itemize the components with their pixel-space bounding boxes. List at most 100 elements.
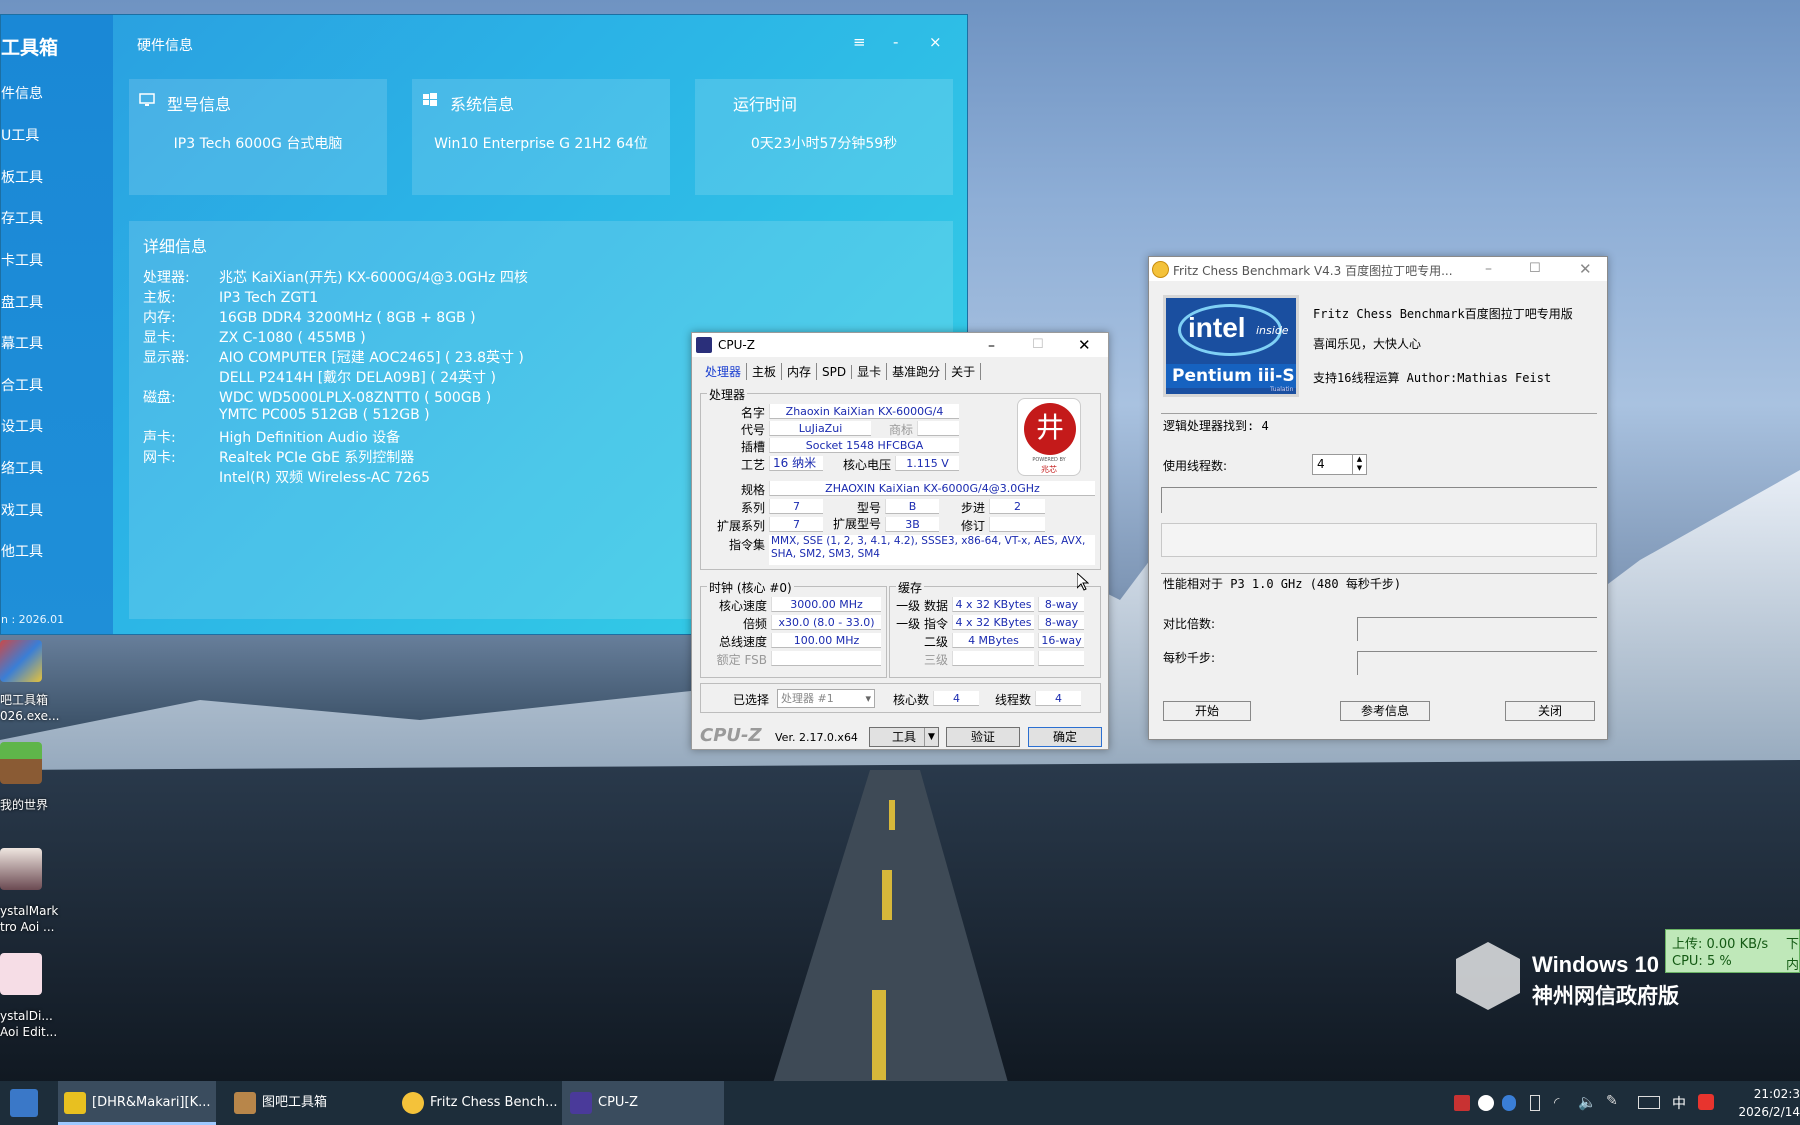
desktop-icon-minecraft[interactable]: 我的世界 [0,797,48,813]
maximize-button[interactable]: ☐ [1529,261,1541,276]
l2-label: 二级 [923,635,948,649]
detail-value: YMTC PC005 512GB ( 512GB ) [219,407,430,423]
stepping-label: 步进 [960,501,985,515]
sidebar-item-combined[interactable]: 合工具 [1,375,43,395]
sidebar-item-gpu[interactable]: 卡工具 [1,250,43,270]
minecraft-icon[interactable] [0,742,42,784]
crystaldisk-icon[interactable] [0,953,42,995]
validate-button[interactable]: 验证 [946,727,1020,747]
threads-spinner[interactable]: 4 ▲ ▼ [1312,454,1367,475]
family-label: 系列 [740,501,765,515]
minimize-button[interactable]: - [893,33,898,51]
memory-label: 内 [1786,958,1800,973]
detail-row: 显卡: ZX C-1080 ( 455MB ) [143,327,366,347]
ime-indicator[interactable]: 中 [1672,1093,1686,1113]
sidebar-item-game[interactable]: 戏工具 [1,500,43,520]
tray-app-icon[interactable] [1478,1095,1494,1111]
sidebar-item-board[interactable]: 板工具 [1,167,43,187]
kns-label: 每秒千步: [1163,651,1216,665]
tools-button[interactable]: 工具 ▼ [869,727,939,747]
voltage-value: 1.115 V [895,456,959,471]
tab-about[interactable]: 关于 [946,363,982,380]
detail-key: 网卡: [143,450,176,466]
tab-memory[interactable]: 内存 [782,363,818,380]
sidebar-item-cpu[interactable]: U工具 [1,125,39,145]
kns-value [1357,651,1597,675]
tray-av-icon[interactable] [1454,1095,1470,1111]
sidebar-item-screen[interactable]: 幕工具 [1,333,43,353]
clock-time[interactable]: 21:02:3 [1746,1087,1800,1101]
bluetooth-icon[interactable] [1502,1095,1516,1111]
clock-date[interactable]: 2026/2/14 [1730,1105,1800,1119]
detail-value: 16GB DDR4 3200MHz ( 8GB + 8GB ) [219,310,476,326]
minimize-button[interactable]: – [988,338,995,354]
detail-row: 网卡: Realtek PCIe GbE 系列控制器 [143,447,414,467]
crystalmark-icon[interactable] [0,848,42,890]
toolbox-header: 硬件信息 ≡ - × [113,15,967,73]
card-value: IP3 Tech 6000G 台式电脑 [173,136,343,152]
detail-key: 磁盘: [143,390,176,406]
taskbar-item-label: CPU-Z [598,1095,639,1110]
usb-icon[interactable] [1530,1095,1540,1111]
desktop-icon-crystaldisk[interactable]: ystalDi... Aoi Edit... [0,1008,57,1040]
close-button[interactable]: ✕ [1579,260,1592,278]
chevron-down-icon[interactable]: ▼ [924,728,938,746]
start-button[interactable]: 开始 [1163,701,1251,721]
cpuz-tabs: 处理器 主板 内存 SPD 显卡 基准跑分 关于 [700,363,982,380]
taskbar-item-fritz[interactable]: Fritz Chess Bench... [398,1081,558,1125]
inside-text: inside [1256,324,1289,337]
sidebar-item-memory[interactable]: 存工具 [1,208,43,228]
sidebar-item-disk[interactable]: 盘工具 [1,292,43,312]
tab-spd[interactable]: SPD [817,365,853,379]
maximize-button[interactable]: ☐ [1032,337,1044,352]
taskbar-item-label: Fritz Chess Bench... [430,1095,558,1110]
group-label: 时钟 (核心 #0) [707,579,794,596]
keyboard-icon[interactable] [1638,1096,1660,1109]
spinner-up-icon[interactable]: ▲ [1352,455,1366,464]
taskbar-item-toolbox[interactable]: 图吧工具箱 [230,1081,380,1125]
tab-graphics[interactable]: 显卡 [852,363,888,380]
wifi-icon[interactable]: ◜ [1554,1095,1559,1111]
bus-speed-label: 总线速度 [718,635,767,649]
desktop-icon-toolbox[interactable]: 吧工具箱 026.exe... [0,692,59,724]
tab-bench[interactable]: 基准跑分 [887,363,947,380]
detail-value: ZX C-1080 ( 455MB ) [219,330,366,346]
ok-button[interactable]: 确定 [1028,727,1102,747]
detail-row: DELL P2414H [戴尔 DELA09B] ( 24英寸 ) [143,367,496,387]
reference-info-button[interactable]: 参考信息 [1340,701,1430,721]
detail-key: 主板: [143,290,176,306]
tab-processor[interactable]: 处理器 [700,363,748,380]
system-info-card: 系统信息 Win10 Enterprise G 21H2 64位 [412,79,670,195]
model-label: 型号 [856,501,881,515]
sidebar-item-hardware[interactable]: 件信息 [1,83,43,103]
menu-button[interactable]: ≡ [853,33,866,51]
taskbar-item-cpuz[interactable]: CPU-Z [562,1081,724,1125]
close-button[interactable]: ✕ [1078,336,1091,354]
cpuz-titlebar[interactable]: CPU-Z – ☐ ✕ [692,333,1108,357]
desktop-icon-crystalmark[interactable]: ystalMark tro Aoi ... [0,903,58,935]
fritz-titlebar[interactable]: Fritz Chess Benchmark V4.3 百度图拉丁吧专用... –… [1149,257,1607,281]
logo-brand-text: 兆芯 [1041,465,1057,474]
toolbox-exe-icon[interactable] [0,640,42,682]
pen-icon[interactable]: ✎ [1606,1093,1618,1109]
close-button[interactable]: × [929,33,942,51]
threads-spinner-value: 4 [1317,457,1325,471]
sidebar-item-network[interactable]: 络工具 [1,458,43,478]
sogou-icon[interactable] [1698,1094,1714,1110]
close-dialog-button[interactable]: 关闭 [1505,701,1595,721]
tab-mainboard[interactable]: 主板 [747,363,783,380]
sidebar-item-device[interactable]: 设工具 [1,416,43,436]
processor-select[interactable]: 处理器 #1 ▾ [777,689,875,708]
detail-value: High Definition Audio 设备 [219,430,401,446]
logo-powered-text: POWERED BY [1032,457,1066,463]
minimize-button[interactable]: – [1485,261,1492,277]
spinner-down-icon[interactable]: ▼ [1352,464,1366,474]
taskbar-item-label: [DHR&Makari][K... [92,1095,211,1110]
l1d-way: 8-way [1038,597,1084,612]
sidebar-item-other[interactable]: 他工具 [1,541,43,561]
watermark-line2: 神州网信政府版 [1532,984,1679,1008]
start-icon[interactable] [10,1089,38,1117]
volume-icon[interactable]: 🔈 [1578,1093,1597,1111]
taskbar-item-video[interactable]: [DHR&Makari][K... [58,1081,216,1125]
detail-key: 处理器: [143,270,190,286]
